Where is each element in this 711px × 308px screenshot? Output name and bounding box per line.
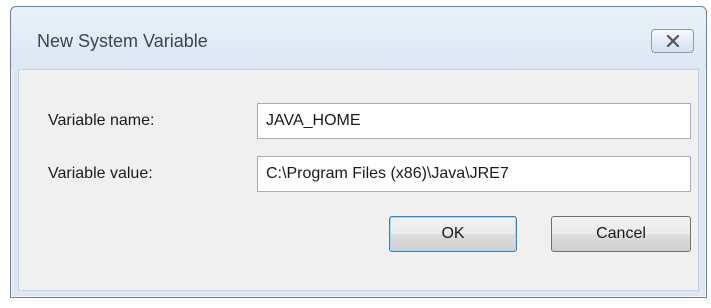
screen: New System Variable Variable name: Varia… [0, 0, 711, 308]
cancel-button[interactable]: Cancel [551, 216, 691, 252]
dialog-title: New System Variable [37, 31, 208, 51]
new-system-variable-dialog: New System Variable Variable name: Varia… [10, 6, 707, 298]
ok-button[interactable]: OK [389, 216, 517, 252]
variable-name-label: Variable name: [48, 112, 155, 129]
variable-value-input[interactable] [257, 156, 691, 192]
variable-name-input[interactable] [257, 103, 691, 139]
close-button[interactable] [651, 29, 694, 53]
variable-value-label: Variable value: [48, 165, 153, 182]
close-icon [666, 35, 679, 47]
title-bar[interactable]: New System Variable [11, 7, 706, 69]
dialog-client-area: Variable name: Variable value: OK Cancel [18, 69, 699, 291]
